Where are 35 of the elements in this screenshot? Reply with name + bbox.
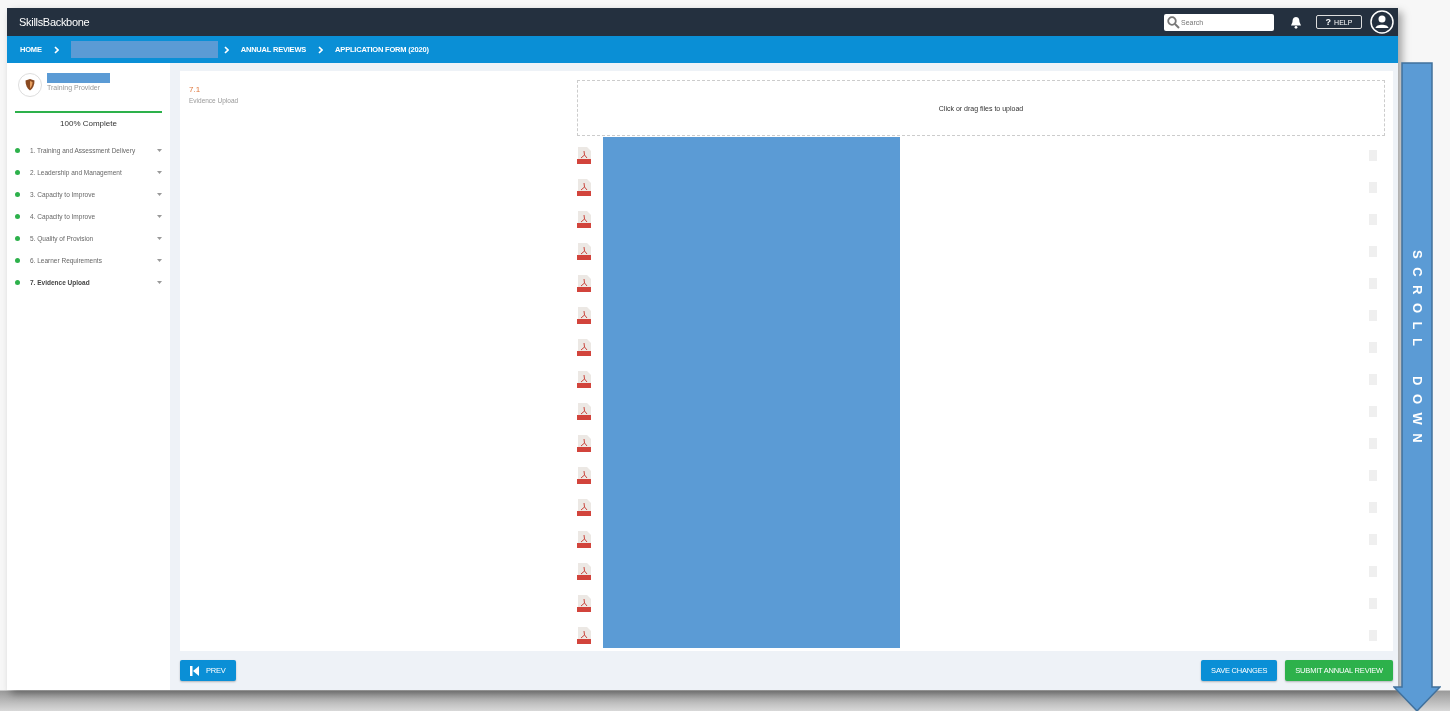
chevron-icon <box>318 45 324 54</box>
skip-back-icon <box>190 665 199 676</box>
pdf-file-icon <box>577 498 591 516</box>
caret-icon[interactable] <box>157 258 162 262</box>
caret-icon[interactable] <box>157 148 162 152</box>
redaction-block <box>47 73 110 83</box>
pdf-file-icon <box>577 210 591 228</box>
pdf-file-icon <box>577 402 591 420</box>
bell-icon[interactable] <box>1290 15 1302 29</box>
pdf-file-icon <box>577 626 591 644</box>
pdf-file-icon <box>577 306 591 324</box>
caret-icon[interactable] <box>157 280 162 284</box>
caret-icon[interactable] <box>157 192 162 196</box>
chevron-icon <box>53 45 59 54</box>
caret-icon[interactable] <box>157 236 162 240</box>
progress-label: 100% Complete <box>59 119 118 128</box>
scroll-down-label: SCROLL DOWN <box>1408 250 1426 454</box>
pdf-file-icon <box>577 370 591 388</box>
chevron-icon <box>223 45 229 54</box>
shield-icon <box>18 73 42 97</box>
pdf-file-icon <box>577 242 591 260</box>
caret-icon[interactable] <box>157 214 162 218</box>
pdf-file-icon <box>577 338 591 356</box>
pdf-file-icon <box>577 530 591 548</box>
pdf-file-icon <box>577 594 591 612</box>
pdf-file-icon <box>577 146 591 164</box>
caret-icon[interactable] <box>157 170 162 174</box>
pdf-file-icon <box>577 434 591 452</box>
pdf-file-icon <box>577 562 591 580</box>
pdf-file-icon <box>577 178 591 196</box>
question-number: 7.1 <box>189 85 202 94</box>
pdf-file-icon <box>577 466 591 484</box>
pdf-file-icon <box>577 274 591 292</box>
app-title: SkillsBackbone <box>19 16 90 28</box>
avatar-icon[interactable] <box>1370 10 1394 34</box>
